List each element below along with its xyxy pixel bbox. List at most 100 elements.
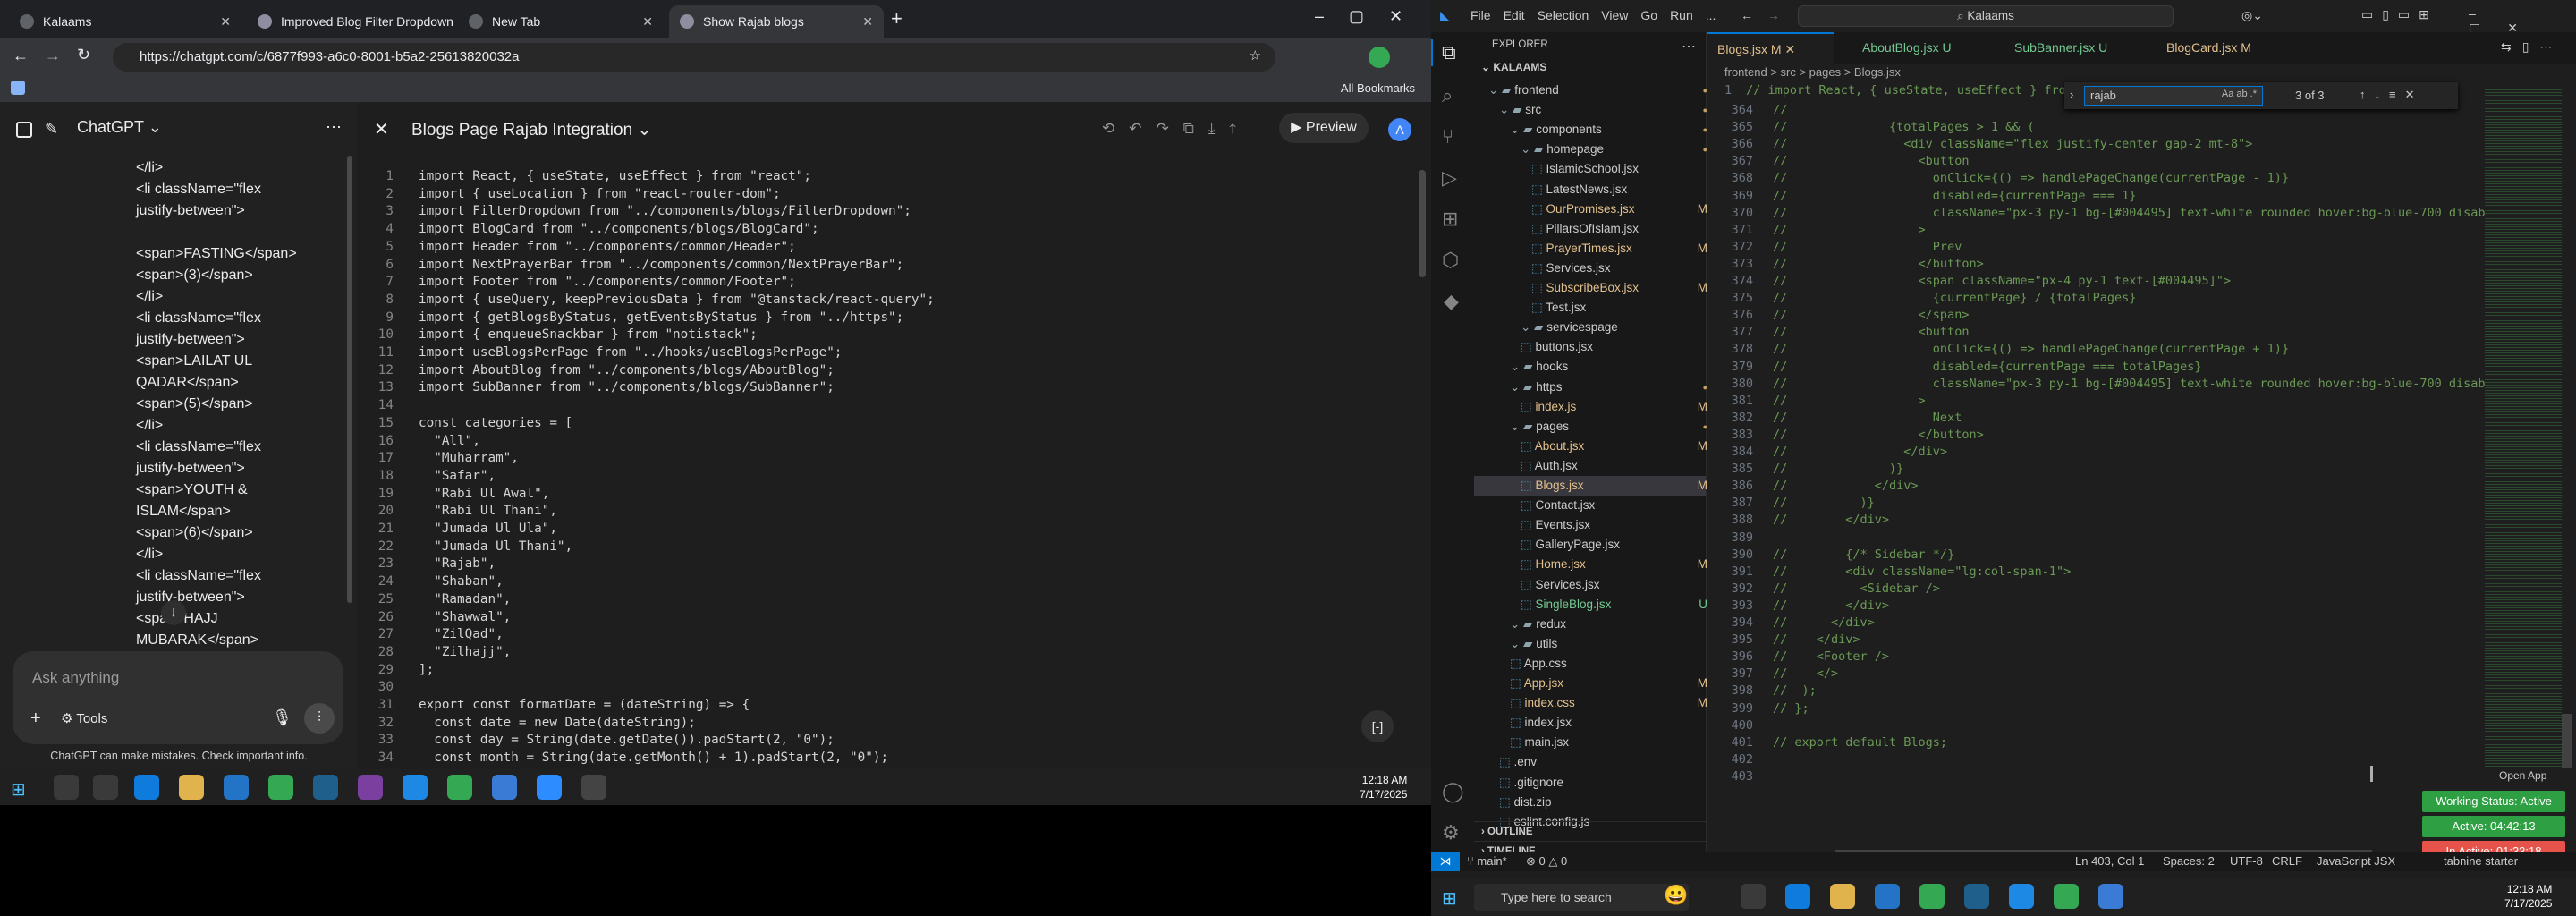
indentation[interactable]: Spaces: 2 bbox=[2163, 854, 2215, 868]
close-canvas-icon[interactable]: ✕ bbox=[374, 118, 389, 140]
status-badge[interactable]: Active: 04:42:13 bbox=[2422, 816, 2565, 837]
menu-item[interactable]: File bbox=[1470, 8, 1491, 22]
menu-item[interactable]: View bbox=[1601, 8, 1628, 22]
tree-file[interactable]: ⬚ Blogs.jsx M bbox=[1474, 476, 1707, 496]
tree-folder[interactable]: ⌄ ▰ redux bbox=[1474, 615, 1706, 634]
mic-icon[interactable]: 🎙 bbox=[272, 708, 292, 727]
command-center[interactable]: ⌕ Kalaams bbox=[1798, 5, 2174, 27]
sidebar-toggle-icon[interactable] bbox=[16, 122, 32, 138]
github-icon[interactable] bbox=[358, 775, 383, 800]
plus-icon[interactable]: + bbox=[30, 708, 41, 729]
tree-file[interactable]: ⬚ SingleBlog.jsx U bbox=[1474, 595, 1707, 615]
file-explorer-icon[interactable] bbox=[1830, 884, 1855, 909]
tree-file[interactable]: ⬚ Home.jsx M bbox=[1474, 555, 1707, 574]
nav-back-icon[interactable]: ← bbox=[1741, 8, 1753, 22]
tree-folder[interactable]: ⌄ ▰ pages ● bbox=[1474, 417, 1707, 437]
menu-item[interactable]: ... bbox=[1706, 8, 1716, 22]
new-tab-icon[interactable]: + bbox=[891, 7, 902, 30]
tree-file[interactable]: ⬚ .env bbox=[1474, 752, 1706, 772]
tree-file[interactable]: ⬚ App.jsx M bbox=[1474, 674, 1707, 693]
layout-icons[interactable]: ▭▯▭⊞ bbox=[2361, 7, 2438, 22]
editor-scrollbar[interactable] bbox=[2562, 714, 2572, 768]
tab-show-rajab[interactable]: Show Rajab blogs ✕ bbox=[669, 5, 884, 38]
edge-icon[interactable] bbox=[134, 775, 159, 800]
profile-avatar[interactable] bbox=[1368, 47, 1390, 68]
tree-file[interactable]: ⬚ Auth.jsx bbox=[1474, 456, 1706, 476]
breadcrumb[interactable]: frontend > src > pages > Blogs.jsx bbox=[1724, 65, 1901, 79]
menu-item[interactable]: Selection bbox=[1538, 8, 1589, 22]
tab-aboutblog[interactable]: AboutBlog.jsx U bbox=[1852, 32, 1995, 64]
source-control-icon[interactable]: ⑂ bbox=[1442, 125, 1453, 148]
store-icon[interactable] bbox=[1875, 884, 1900, 909]
more-icon[interactable]: ⋯ bbox=[326, 118, 342, 137]
photos-icon[interactable] bbox=[492, 775, 517, 800]
apps-icon[interactable] bbox=[11, 81, 25, 95]
menu-item[interactable]: Edit bbox=[1504, 8, 1525, 22]
search-icon[interactable]: ⌕ bbox=[1442, 84, 1453, 107]
settings-gear-icon[interactable]: ⚙ bbox=[1442, 821, 1460, 844]
tree-file[interactable]: ⬚ Services.jsx bbox=[1474, 259, 1706, 278]
tree-file[interactable]: ⬚ IslamicSchool.jsx bbox=[1474, 159, 1706, 179]
tree-file[interactable]: ⬚ index.js M bbox=[1474, 397, 1707, 417]
language-mode[interactable]: JavaScript JSX bbox=[2317, 854, 2395, 868]
tree-file[interactable]: ⬚ PillarsOfIslam.jsx bbox=[1474, 219, 1706, 239]
tools-button[interactable]: ⚙ Tools bbox=[61, 710, 107, 726]
tree-file[interactable]: ⬚ main.jsx bbox=[1474, 733, 1706, 752]
status-badge[interactable]: Working Status: Active bbox=[2422, 791, 2565, 812]
forward-icon[interactable]: → bbox=[45, 47, 61, 65]
tree-file[interactable]: ⬚ PrayerTimes.jsx M bbox=[1474, 239, 1707, 259]
close-icon[interactable]: ✕ bbox=[220, 14, 231, 30]
tree-file[interactable]: ⬚ Test.jsx bbox=[1474, 298, 1706, 318]
model-selector[interactable]: ChatGPT ⌄ bbox=[77, 118, 162, 137]
tree-file[interactable]: ⬚ dist.zip bbox=[1474, 793, 1706, 812]
line-ending[interactable]: CRLF bbox=[2272, 854, 2302, 868]
tree-file[interactable]: ⬚ About.jsx M bbox=[1474, 437, 1707, 456]
task-view-icon[interactable] bbox=[93, 775, 118, 800]
tab-kalaams[interactable]: Kalaams ✕ bbox=[9, 5, 242, 38]
emoji-widget-icon[interactable]: 😀 bbox=[1664, 884, 1688, 907]
canvas-title[interactable]: Blogs Page Rajab Integration ⌄ bbox=[411, 120, 651, 140]
chrome-profile-icon[interactable] bbox=[2054, 884, 2079, 909]
tab-subbanner[interactable]: SubBanner.jsx U bbox=[2004, 32, 2147, 64]
tree-file[interactable]: ⬚ buttons.jsx bbox=[1474, 337, 1706, 357]
editor-actions[interactable]: ⇆▯⋯ bbox=[2501, 39, 2563, 55]
tree-folder[interactable]: ⌄ ▰ components ● bbox=[1474, 120, 1707, 140]
code-action-icon[interactable]: [-] bbox=[1361, 710, 1394, 742]
address-bar[interactable]: https://chatgpt.com/c/6877f993-a6c0-8001… bbox=[113, 43, 1275, 72]
remote-icon[interactable]: ⬡ bbox=[1442, 249, 1459, 272]
tree-file[interactable]: ⬚ .gitignore bbox=[1474, 773, 1706, 793]
photos-icon[interactable] bbox=[2098, 884, 2123, 909]
store-icon[interactable] bbox=[224, 775, 249, 800]
star-icon[interactable]: ☆ bbox=[1250, 47, 1261, 64]
scrollbar[interactable] bbox=[347, 156, 352, 603]
tree-folder[interactable]: ⌄ ▰ src ● bbox=[1474, 100, 1707, 120]
tree-file[interactable]: ⬚ LatestNews.jsx bbox=[1474, 180, 1706, 199]
file-explorer-icon[interactable] bbox=[179, 775, 204, 800]
back-icon[interactable]: ← bbox=[13, 47, 29, 65]
expand-replace-icon[interactable]: › bbox=[2070, 88, 2073, 101]
task-view-icon[interactable] bbox=[1741, 884, 1766, 909]
chat-input[interactable]: Ask anything bbox=[32, 669, 119, 687]
explorer-icon[interactable]: ⧉ bbox=[1442, 41, 1456, 64]
open-app-link[interactable]: Open App bbox=[2499, 769, 2547, 782]
outline-section[interactable]: › OUTLINE bbox=[1474, 821, 1706, 841]
tab-improved-blog[interactable]: Improved Blog Filter Dropdown✕ bbox=[247, 5, 453, 38]
tree-file[interactable]: ⬚ index.css M bbox=[1474, 693, 1707, 713]
canvas-actions[interactable]: ⟲↶↷⧉⤓⤒ bbox=[1102, 120, 1250, 138]
copilot-icon[interactable]: ◎⌄ bbox=[2241, 8, 2263, 23]
app-icon[interactable] bbox=[1964, 884, 1989, 909]
taskbar-clock[interactable]: 12:18 AM 7/17/2025 bbox=[1360, 773, 1407, 802]
tree-file[interactable]: ⬚ Contact.jsx bbox=[1474, 496, 1706, 515]
edge-icon[interactable] bbox=[1785, 884, 1810, 909]
cursor-position[interactable]: Ln 403, Col 1 bbox=[2075, 854, 2144, 868]
tabnine-status[interactable]: tabnine starter bbox=[2444, 854, 2518, 868]
remote-indicator-icon[interactable]: ⋊ bbox=[1431, 852, 1460, 871]
close-icon[interactable]: ✕ bbox=[642, 14, 653, 30]
window-controls[interactable]: –▢✕ bbox=[1315, 7, 1428, 26]
tree-file[interactable]: ⬚ Services.jsx bbox=[1474, 575, 1706, 595]
app2-icon[interactable] bbox=[581, 775, 606, 800]
tree-file[interactable]: ⬚ SubscribeBox.jsx M bbox=[1474, 278, 1707, 298]
explorer-more-icon[interactable]: ⋯ bbox=[1682, 38, 1696, 55]
menu-item[interactable]: Go bbox=[1640, 8, 1657, 22]
account-icon[interactable]: ◯ bbox=[1442, 780, 1464, 803]
